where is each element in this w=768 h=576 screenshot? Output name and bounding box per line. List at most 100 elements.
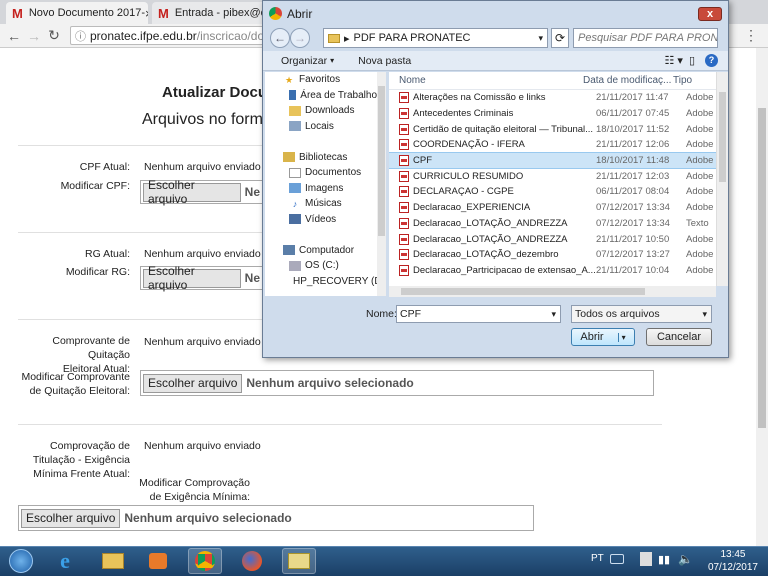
computer-icon [283, 245, 295, 256]
file-row[interactable]: Declaracao_Partricipacao de extensao_A..… [389, 263, 716, 279]
file-type-select[interactable]: Todos os arquivos ▾ [571, 305, 712, 323]
start-button[interactable] [2, 547, 40, 575]
taskbar-chrome[interactable] [188, 548, 222, 574]
file-row[interactable]: Antecedentes Criminais 06/11/2017 07:45 Ad… [389, 106, 716, 122]
file-row[interactable]: Declaracao_LOTAÇÃO_dezembro 07/12/2017 13… [389, 247, 716, 263]
nav-item-os-c[interactable]: OS (C:) [265, 258, 377, 274]
network-icon[interactable]: ▮▮ [658, 553, 670, 566]
titulacao-file-input[interactable]: Escolher arquivo Nenhum arquivo selecion… [18, 505, 534, 531]
nav-item-favoritos[interactable]: ★ Favoritos [265, 72, 377, 88]
nav-item-computador[interactable]: Computador [265, 243, 377, 259]
nav-item-desktop[interactable]: Área de Trabalho [265, 88, 377, 104]
nav-item-bibliotecas[interactable]: Bibliotecas [265, 150, 377, 166]
open-button[interactable]: Abrir ▾ [571, 328, 635, 346]
path-breadcrumb[interactable]: ▸ PDF PARA PRONATEC ▾ [323, 28, 548, 48]
label-line: Comprovante de Quitação [52, 335, 130, 361]
menu-icon[interactable]: ⋮ [744, 27, 758, 44]
choose-file-button[interactable]: Escolher arquivo [143, 264, 241, 292]
file-date: 21/11/2017 10:04 [596, 264, 670, 276]
keyboard-icon[interactable] [610, 554, 624, 564]
cancel-button[interactable]: Cancelar [646, 328, 712, 346]
taskbar-firefox[interactable] [235, 548, 269, 574]
filename-input[interactable]: CPF ▾ [396, 305, 561, 323]
preview-pane-icon[interactable]: ▯ [689, 54, 695, 67]
nav-item-hp-recovery[interactable]: HP_RECOVERY (D [265, 274, 377, 290]
filename-label: Nome: [366, 308, 397, 320]
nav-item-documentos[interactable]: Documentos [265, 165, 377, 181]
column-type[interactable]: Tipo [673, 75, 692, 86]
taskbar-folder-active[interactable] [282, 548, 316, 574]
info-icon[interactable]: ⓘ [75, 28, 86, 44]
scroll-thumb[interactable] [719, 92, 726, 182]
file-row[interactable]: COORDENAÇÃO - IFERA 21/11/2017 12:06 Adobe [389, 137, 716, 153]
refresh-icon[interactable]: ⟳ [551, 28, 569, 48]
column-date[interactable]: Data de modificaç... [583, 75, 673, 86]
view-icon[interactable]: ☷ ▾ [664, 54, 682, 67]
back-icon[interactable]: ← [4, 28, 24, 44]
file-row[interactable]: CURRICULO RESUMIDO 21/11/2017 12:03 Adobe [389, 168, 716, 184]
file-row[interactable]: Declaracao_LOTAÇÃO_ANDREZZA 21/11/2017 10… [389, 231, 716, 247]
column-name[interactable]: Nome [389, 75, 583, 86]
file-row[interactable]: Declaracao_LOTAÇÃO_ANDREZZA 07/12/2017 13… [389, 216, 716, 232]
pdf-file-icon [399, 108, 409, 120]
file-row[interactable]: CPF 18/10/2017 11:48 Adobe [389, 151, 716, 170]
back-icon[interactable]: ← [270, 28, 290, 48]
file-name: Declaracao_EXPERIENCIA [413, 202, 531, 214]
chevron-down-icon[interactable]: ▾ [551, 309, 556, 320]
taskbar-ie[interactable]: e [48, 548, 82, 574]
choose-file-button[interactable]: Escolher arquivo [143, 178, 241, 206]
path-segment[interactable]: PDF PARA PRONATEC [354, 32, 471, 44]
file-status: Nenhum arquivo selecionado [246, 376, 414, 390]
help-icon[interactable]: ? [705, 54, 718, 67]
taskbar-media[interactable] [141, 548, 175, 574]
file-name: Antecedentes Criminais [413, 108, 514, 120]
reload-icon[interactable]: ↻ [44, 27, 64, 44]
pdf-file-icon [399, 123, 409, 135]
nav-item-imagens[interactable]: Imagens [265, 181, 377, 197]
taskbar-explorer[interactable] [96, 548, 130, 574]
file-row[interactable]: Alterações na Comissão e links 21/11/2017… [389, 90, 716, 106]
file-row[interactable]: Certidão de quitação eleitoral — Tribuna… [389, 121, 716, 137]
forward-icon[interactable]: → [24, 28, 44, 44]
language-indicator[interactable]: PT [591, 553, 604, 564]
forward-icon[interactable]: → [290, 28, 310, 48]
cpf-file-input[interactable]: Escolher arquivo Ne [140, 178, 262, 206]
chevron-down-icon[interactable]: ▾ [702, 309, 707, 320]
file-type: Adobe [686, 108, 714, 120]
nav-item-videos[interactable]: Vídeos [265, 212, 377, 228]
volume-icon[interactable]: 🔈 [678, 552, 693, 566]
label-line: de Quitação Eleitoral: [29, 385, 130, 397]
scroll-thumb[interactable] [378, 86, 385, 236]
scroll-thumb[interactable] [758, 108, 766, 428]
scroll-thumb[interactable] [401, 288, 645, 295]
tab-novo-documento[interactable]: M Novo Documento 2017- × [6, 2, 148, 24]
address-bar[interactable]: ⓘ pronatec.ifpe.edu.br/inscricao/docum [70, 26, 270, 45]
organize-button[interactable]: Organizar [281, 55, 327, 67]
choose-file-button[interactable]: Escolher arquivo [143, 373, 243, 393]
nav-scrollbar[interactable] [377, 72, 386, 296]
search-input[interactable]: Pesquisar PDF PARA PRONAT... [573, 28, 718, 48]
chevron-down-icon[interactable]: ▾ [617, 332, 626, 342]
file-row[interactable]: Declaracao_EXPERIENCIA 07/12/2017 13:34 Ad… [389, 200, 716, 216]
flag-icon[interactable] [640, 552, 652, 566]
file-list-hscrollbar[interactable] [389, 286, 716, 297]
file-date: 07/12/2017 13:34 [596, 202, 670, 214]
page-scrollbar[interactable] [756, 48, 768, 546]
rg-file-input[interactable]: Escolher arquivo Ne [140, 264, 262, 292]
file-list-scrollbar[interactable] [716, 72, 728, 286]
close-tab-icon[interactable]: × [145, 6, 148, 21]
close-dialog-button[interactable]: x [698, 7, 722, 21]
chevron-right-icon[interactable]: ▸ [344, 32, 350, 45]
tab-entrada[interactable]: M Entrada - pibex@car [152, 2, 272, 24]
file-row[interactable]: DECLARAÇAO - CGPE 06/11/2017 08:04 Adobe [389, 184, 716, 200]
eleitoral-file-input[interactable]: Escolher arquivo Nenhum arquivo selecion… [140, 370, 654, 396]
documents-icon [289, 167, 301, 178]
nav-item-downloads[interactable]: Downloads [265, 103, 377, 119]
new-folder-button[interactable]: Nova pasta [358, 55, 411, 67]
nav-item-locais[interactable]: Locais [265, 119, 377, 135]
chevron-down-icon[interactable]: ▾ [538, 33, 543, 44]
system-clock[interactable]: 13:45 07/12/2017 [708, 548, 758, 574]
nav-item-musicas[interactable]: ♪ Músicas [265, 196, 377, 212]
choose-file-button[interactable]: Escolher arquivo [21, 508, 121, 528]
file-date: 21/11/2017 12:03 [596, 170, 670, 182]
